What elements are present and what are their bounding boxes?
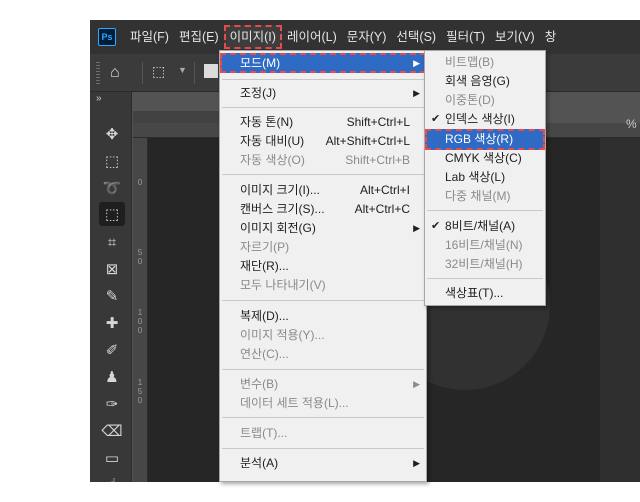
menu-item-auto-color: 자동 색상(O) Shift+Ctrl+B (240, 153, 410, 167)
menu-item-crop: 자르기(P) (240, 240, 290, 254)
ps-logo-icon: Ps (98, 28, 116, 46)
menu-layer[interactable]: 레이어(L) (282, 26, 342, 48)
menu-item-8bit[interactable]: ✔ 8비트/채널(A) (425, 217, 545, 236)
menu-item-variables: 변수(B) ▶ (220, 375, 426, 394)
menu-item-image-size[interactable]: 이미지 크기(I)... Alt+Ctrl+I (220, 181, 426, 200)
menu-filter[interactable]: 필터(T) (441, 26, 490, 48)
menu-item-lab-color[interactable]: Lab 색상(L) (425, 168, 545, 187)
menu-item-adjustments[interactable]: 조정(J) ▶ (220, 84, 426, 103)
menu-type[interactable]: 문자(Y) (342, 26, 392, 48)
menu-item-trim[interactable]: 재단(R)... (220, 257, 426, 276)
menu-divider (222, 174, 424, 175)
menu-divider (222, 448, 424, 449)
menu-item-grayscale[interactable]: 회색 음영(G) (425, 72, 545, 91)
menu-item-reveal-all: 모두 나타내기(V) (240, 278, 326, 292)
submenu-arrow-icon: ▶ (413, 58, 420, 68)
menu-bar: Ps 파일(F) 편집(E) 이미지(I) 레이어(L) 문자(Y) 선택(S)… (90, 20, 640, 54)
submenu-arrow-icon: ▶ (413, 379, 420, 389)
divider (142, 62, 143, 84)
checkmark-icon: ✔ (431, 220, 441, 232)
marquee-tool-icon[interactable]: ⬚ (99, 149, 125, 173)
menu-item-mode[interactable]: 모드(M) ▶ (220, 53, 426, 73)
brush-tool-icon[interactable]: ✐ (99, 338, 125, 362)
menu-item-bitmap: 비트맵(B) (445, 55, 495, 69)
menu-divider (222, 79, 424, 80)
mode-submenu: 비트맵(B) 회색 음영(G) 이중톤(D) ✔ 인덱스 색상(I) RGB 색상… (424, 50, 546, 306)
eraser-tool-icon[interactable]: ⌫ (99, 419, 125, 443)
menu-item-multichannel: 다중 채널(M) (445, 189, 511, 203)
eyedropper-tool-icon[interactable]: ✎ (99, 284, 125, 308)
ruler-label: 5 0 (137, 248, 143, 266)
ruler-label: 1 0 0 (137, 308, 143, 335)
submenu-arrow-icon: ▶ (413, 458, 420, 468)
history-brush-tool-icon[interactable]: ✑ (99, 392, 125, 416)
submenu-arrow-icon: ▶ (413, 223, 420, 233)
menu-divider (222, 300, 424, 301)
healing-brush-tool-icon[interactable]: ✚ (99, 311, 125, 335)
menu-divider (222, 417, 424, 418)
menu-item-duplicate[interactable]: 복제(D)... (220, 307, 426, 326)
menu-item-auto-contrast[interactable]: 자동 대비(U) Alt+Shift+Ctrl+L (220, 132, 426, 151)
menu-view[interactable]: 보기(V) (490, 26, 540, 48)
vertical-ruler: 0 5 0 1 0 0 1 5 0 (133, 138, 148, 482)
move-tool-icon[interactable]: ✥ (99, 122, 125, 146)
menu-item-auto-tone[interactable]: 자동 톤(N) Shift+Ctrl+L (220, 113, 426, 132)
home-icon[interactable]: ⌂ (110, 64, 120, 82)
canvas-area-right[interactable] (600, 138, 640, 482)
lasso-tool-icon[interactable]: ➰ (99, 176, 125, 200)
ruler-label: 1 5 0 (137, 378, 143, 405)
image-menu-dropdown: 모드(M) ▶ 조정(J) ▶ 자동 톤(N) Shift+Ctrl+L 자동 대비(… (219, 50, 427, 482)
menu-item-indexed-color[interactable]: ✔ 인덱스 색상(I) (425, 110, 545, 129)
menu-item-calculations: 연산(C)... (240, 347, 289, 361)
menu-divider (427, 210, 543, 211)
zoom-fragment: % (626, 117, 637, 131)
new-selection-icon[interactable] (204, 64, 218, 78)
menu-item-analysis[interactable]: 분석(A) ▶ (220, 454, 426, 473)
menu-edit[interactable]: 편집(E) (174, 26, 224, 48)
menu-item-apply-data-set: 데이터 세트 적용(L)... (240, 396, 349, 410)
menu-item-16bit: 16비트/채널(N) (445, 238, 523, 252)
menu-item-image-rotation[interactable]: 이미지 회전(G) ▶ (220, 219, 426, 238)
menu-item-trap: 트랩(T)... (240, 426, 288, 440)
menu-item-canvas-size[interactable]: 캔버스 크기(S)... Alt+Ctrl+C (220, 200, 426, 219)
ruler-label: 0 (137, 178, 143, 187)
chevron-down-icon[interactable]: ▼ (178, 65, 187, 75)
menu-select[interactable]: 선택(S) (391, 26, 441, 48)
menu-item-rgb-color[interactable]: RGB 색상(R) (425, 129, 545, 150)
select-tool-preset-icon[interactable]: ⬚ (152, 63, 165, 80)
menu-file[interactable]: 파일(F) (125, 26, 174, 48)
menu-item-color-table[interactable]: 색상표(T)... (425, 284, 545, 303)
menu-item-cmyk-color[interactable]: CMYK 색상(C) (425, 149, 545, 168)
menu-window[interactable]: 창 (540, 26, 562, 48)
stamp-tool-icon[interactable]: ♟ (99, 365, 125, 389)
smudge-tool-icon[interactable]: ☝ (99, 472, 125, 482)
menu-image[interactable]: 이미지(I) (223, 25, 282, 49)
menu-item-apply-image: 이미지 적용(Y)... (240, 328, 325, 342)
tools-panel: » ✥ ⬚ ➰ ⬚ ⌗ ⊠ ✎ ✚ ✐ ♟ ✑ ⌫ ▭ ☝ (90, 92, 132, 482)
menu-item-duotone: 이중톤(D) (445, 93, 495, 107)
frame-tool-icon[interactable]: ⊠ (99, 257, 125, 281)
menu-divider (222, 369, 424, 370)
divider (194, 62, 195, 84)
gradient-tool-icon[interactable]: ▭ (99, 446, 125, 470)
menu-divider (427, 278, 543, 279)
collapse-panel-icon[interactable]: » (96, 93, 101, 104)
options-grip[interactable] (96, 62, 100, 84)
crop-tool-icon[interactable]: ⌗ (99, 230, 125, 254)
object-select-tool-icon[interactable]: ⬚ (99, 202, 125, 226)
menu-divider (222, 107, 424, 108)
checkmark-icon: ✔ (431, 113, 441, 125)
submenu-arrow-icon: ▶ (413, 88, 420, 98)
menu-item-32bit: 32비트/채널(H) (445, 257, 523, 271)
